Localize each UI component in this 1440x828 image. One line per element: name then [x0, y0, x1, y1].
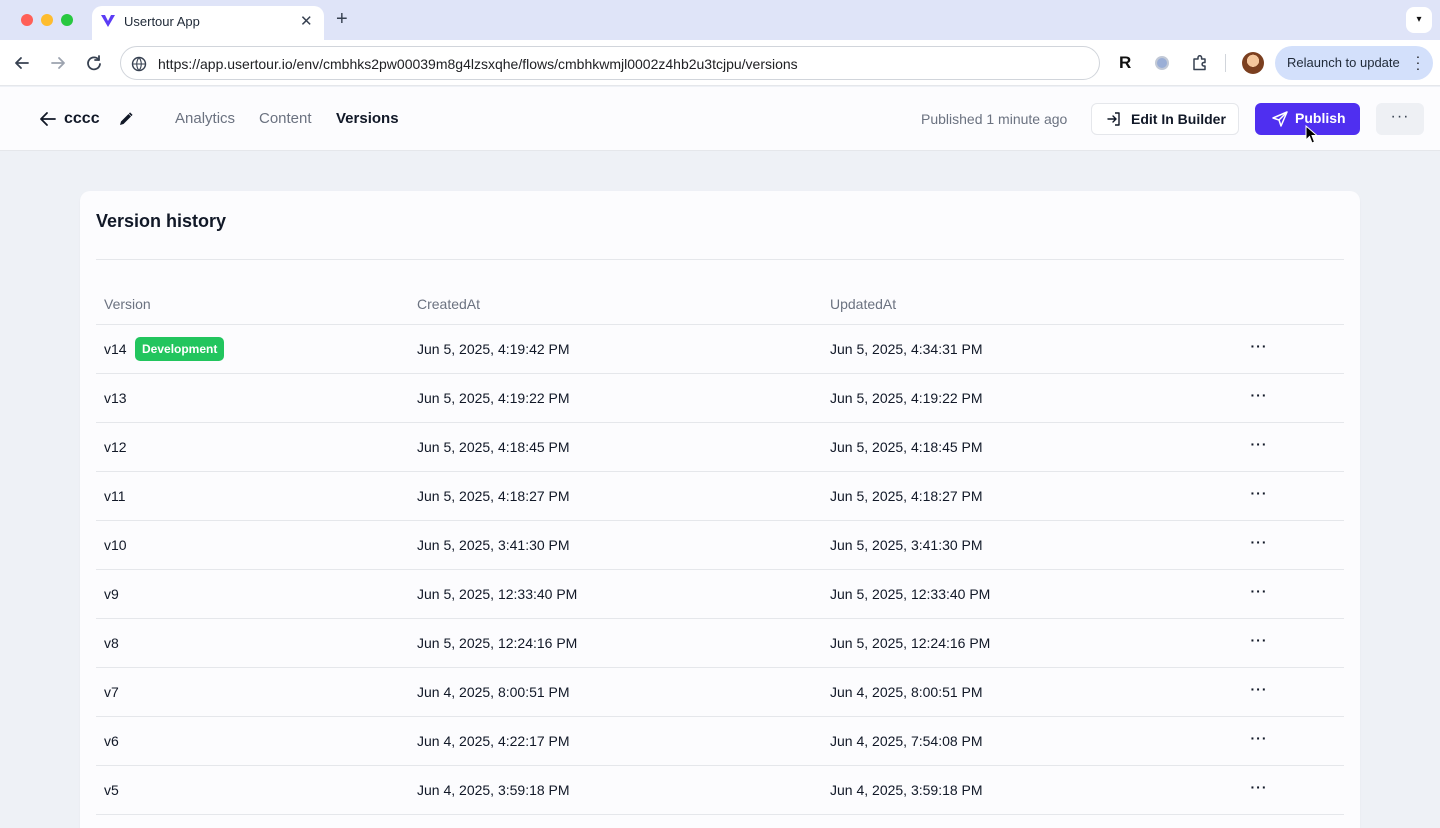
publish-label: Publish	[1295, 110, 1346, 126]
table-row[interactable]: v13 Jun 5, 2025, 4:19:22 PM Jun 5, 2025,…	[96, 374, 1344, 423]
forward-arrow-icon[interactable]	[47, 52, 69, 74]
sign-in-icon	[1107, 112, 1120, 126]
updated-at-cell: Jun 4, 2025, 8:00:51 PM	[830, 684, 983, 700]
created-at-cell: Jun 5, 2025, 4:18:45 PM	[417, 439, 570, 455]
row-actions-icon[interactable]: ···	[1249, 680, 1269, 700]
updated-at-cell: Jun 5, 2025, 12:33:40 PM	[830, 586, 991, 602]
back-arrow-icon[interactable]	[11, 52, 33, 74]
usertour-logo-icon	[101, 15, 115, 27]
table-row[interactable]: v11 Jun 5, 2025, 4:18:27 PM Jun 5, 2025,…	[96, 472, 1344, 521]
relaunch-label: Relaunch to update	[1287, 55, 1400, 70]
publish-status: Published 1 minute ago	[921, 111, 1068, 127]
version-cell: v13	[104, 390, 127, 406]
new-tab-icon[interactable]: +	[336, 8, 348, 30]
tab-title: Usertour App	[124, 14, 200, 29]
address-bar[interactable]: https://app.usertour.io/env/cmbhks2pw000…	[120, 46, 1100, 80]
created-at-cell: Jun 5, 2025, 12:24:16 PM	[417, 635, 578, 651]
kebab-menu-icon[interactable]: · · ·	[1415, 49, 1421, 75]
table-row[interactable]: v8 Jun 5, 2025, 12:24:16 PM Jun 5, 2025,…	[96, 619, 1344, 668]
created-at-cell: Jun 4, 2025, 3:59:18 PM	[417, 782, 570, 798]
tab-close-icon[interactable]: ✕	[300, 12, 313, 30]
version-cell: v9	[104, 586, 119, 602]
card-title: Version history	[96, 211, 227, 231]
status-badge: Development	[135, 337, 225, 361]
toolbar-divider	[1225, 54, 1226, 72]
created-at-cell: Jun 5, 2025, 4:18:27 PM	[417, 488, 570, 504]
row-actions-icon[interactable]: ···	[1249, 582, 1269, 602]
created-at-cell: Jun 5, 2025, 12:33:40 PM	[417, 586, 578, 602]
version-cell: v7	[104, 684, 119, 700]
row-actions-icon[interactable]: ···	[1249, 484, 1269, 504]
reload-icon[interactable]	[83, 52, 105, 74]
close-window-button[interactable]	[21, 14, 33, 26]
send-icon	[1272, 111, 1288, 127]
table-row[interactable]: v10 Jun 5, 2025, 3:41:30 PM Jun 5, 2025,…	[96, 521, 1344, 570]
profile-avatar[interactable]	[1242, 52, 1264, 74]
updated-at-cell: Jun 5, 2025, 4:18:27 PM	[830, 488, 983, 504]
tab-versions[interactable]: Versions	[336, 110, 399, 127]
table-row[interactable]: v14 Development Jun 5, 2025, 4:19:42 PM …	[96, 325, 1344, 374]
version-cell: v12	[104, 439, 127, 455]
column-header-createdat: CreatedAt	[417, 296, 481, 312]
column-header-version: Version	[104, 296, 151, 312]
table-row[interactable]: v9 Jun 5, 2025, 12:33:40 PM Jun 5, 2025,…	[96, 570, 1344, 619]
version-cell: v5	[104, 782, 119, 798]
updated-at-cell: Jun 5, 2025, 3:41:30 PM	[830, 537, 983, 553]
row-actions-icon[interactable]: ···	[1249, 778, 1269, 798]
table-row[interactable]: v6 Jun 4, 2025, 4:22:17 PM Jun 4, 2025, …	[96, 717, 1344, 766]
updated-at-cell: Jun 5, 2025, 12:24:16 PM	[830, 635, 991, 651]
more-options-button[interactable]: ···	[1376, 103, 1424, 135]
created-at-cell: Jun 4, 2025, 8:00:51 PM	[417, 684, 570, 700]
created-at-cell: Jun 4, 2025, 4:22:17 PM	[417, 733, 570, 749]
table-row[interactable]: v12 Jun 5, 2025, 4:18:45 PM Jun 5, 2025,…	[96, 423, 1344, 472]
edit-in-builder-button[interactable]: Edit In Builder	[1091, 103, 1239, 135]
column-header-updatedat: UpdatedAt	[830, 296, 897, 312]
edit-in-builder-label: Edit In Builder	[1131, 111, 1226, 127]
updated-at-cell: Jun 5, 2025, 4:18:45 PM	[830, 439, 983, 455]
row-actions-icon[interactable]: ···	[1249, 386, 1269, 406]
version-cell: v10	[104, 537, 127, 553]
updated-at-cell: Jun 4, 2025, 3:59:18 PM	[830, 782, 983, 798]
divider	[96, 259, 1344, 260]
created-at-cell: Jun 5, 2025, 4:19:42 PM	[417, 341, 570, 357]
version-cell: v8	[104, 635, 119, 651]
row-actions-icon[interactable]: ···	[1249, 435, 1269, 455]
version-cell: v11	[104, 488, 126, 504]
row-actions-icon[interactable]: ···	[1249, 533, 1269, 553]
tab-search-chevron-icon[interactable]: ▾	[1406, 7, 1432, 33]
relaunch-button[interactable]: Relaunch to update · · ·	[1275, 46, 1433, 80]
row-actions-icon[interactable]: ···	[1249, 631, 1269, 651]
updated-at-cell: Jun 5, 2025, 4:34:31 PM	[830, 341, 983, 357]
created-at-cell: Jun 5, 2025, 3:41:30 PM	[417, 537, 570, 553]
version-cell: v14	[104, 341, 127, 357]
browser-toolbar: https://app.usertour.io/env/cmbhks2pw000…	[0, 40, 1440, 86]
extension-r-icon[interactable]: R	[1119, 53, 1131, 73]
pencil-icon[interactable]	[118, 111, 134, 127]
version-cell: v6	[104, 733, 119, 749]
version-history-card: Version history Version CreatedAt Update…	[80, 191, 1360, 828]
browser-tab[interactable]: Usertour App ✕	[92, 6, 324, 40]
updated-at-cell: Jun 5, 2025, 4:19:22 PM	[830, 390, 983, 406]
table-row[interactable]: v5 Jun 4, 2025, 3:59:18 PM Jun 4, 2025, …	[96, 766, 1344, 815]
extensions-puzzle-icon[interactable]	[1190, 53, 1210, 73]
table-row[interactable]: v7 Jun 4, 2025, 8:00:51 PM Jun 4, 2025, …	[96, 668, 1344, 717]
flow-name: cccc	[64, 110, 100, 127]
updated-at-cell: Jun 4, 2025, 7:54:08 PM	[830, 733, 983, 749]
browser-tabstrip: Usertour App ✕ + ▾	[0, 0, 1440, 40]
back-arrow-icon[interactable]	[38, 109, 58, 129]
minimize-window-button[interactable]	[41, 14, 53, 26]
row-actions-icon[interactable]: ···	[1249, 337, 1269, 357]
tab-analytics[interactable]: Analytics	[175, 110, 235, 127]
flow-header: cccc Analytics Content Versions Publishe…	[0, 87, 1440, 151]
url-text[interactable]: https://app.usertour.io/env/cmbhks2pw000…	[158, 56, 798, 72]
row-actions-icon[interactable]: ···	[1249, 729, 1269, 749]
maximize-window-button[interactable]	[61, 14, 73, 26]
extension-circle-icon[interactable]	[1155, 56, 1169, 70]
created-at-cell: Jun 5, 2025, 4:19:22 PM	[417, 390, 570, 406]
tab-content[interactable]: Content	[259, 110, 312, 127]
site-info-icon[interactable]	[131, 56, 147, 72]
mouse-cursor-icon	[1305, 125, 1319, 144]
